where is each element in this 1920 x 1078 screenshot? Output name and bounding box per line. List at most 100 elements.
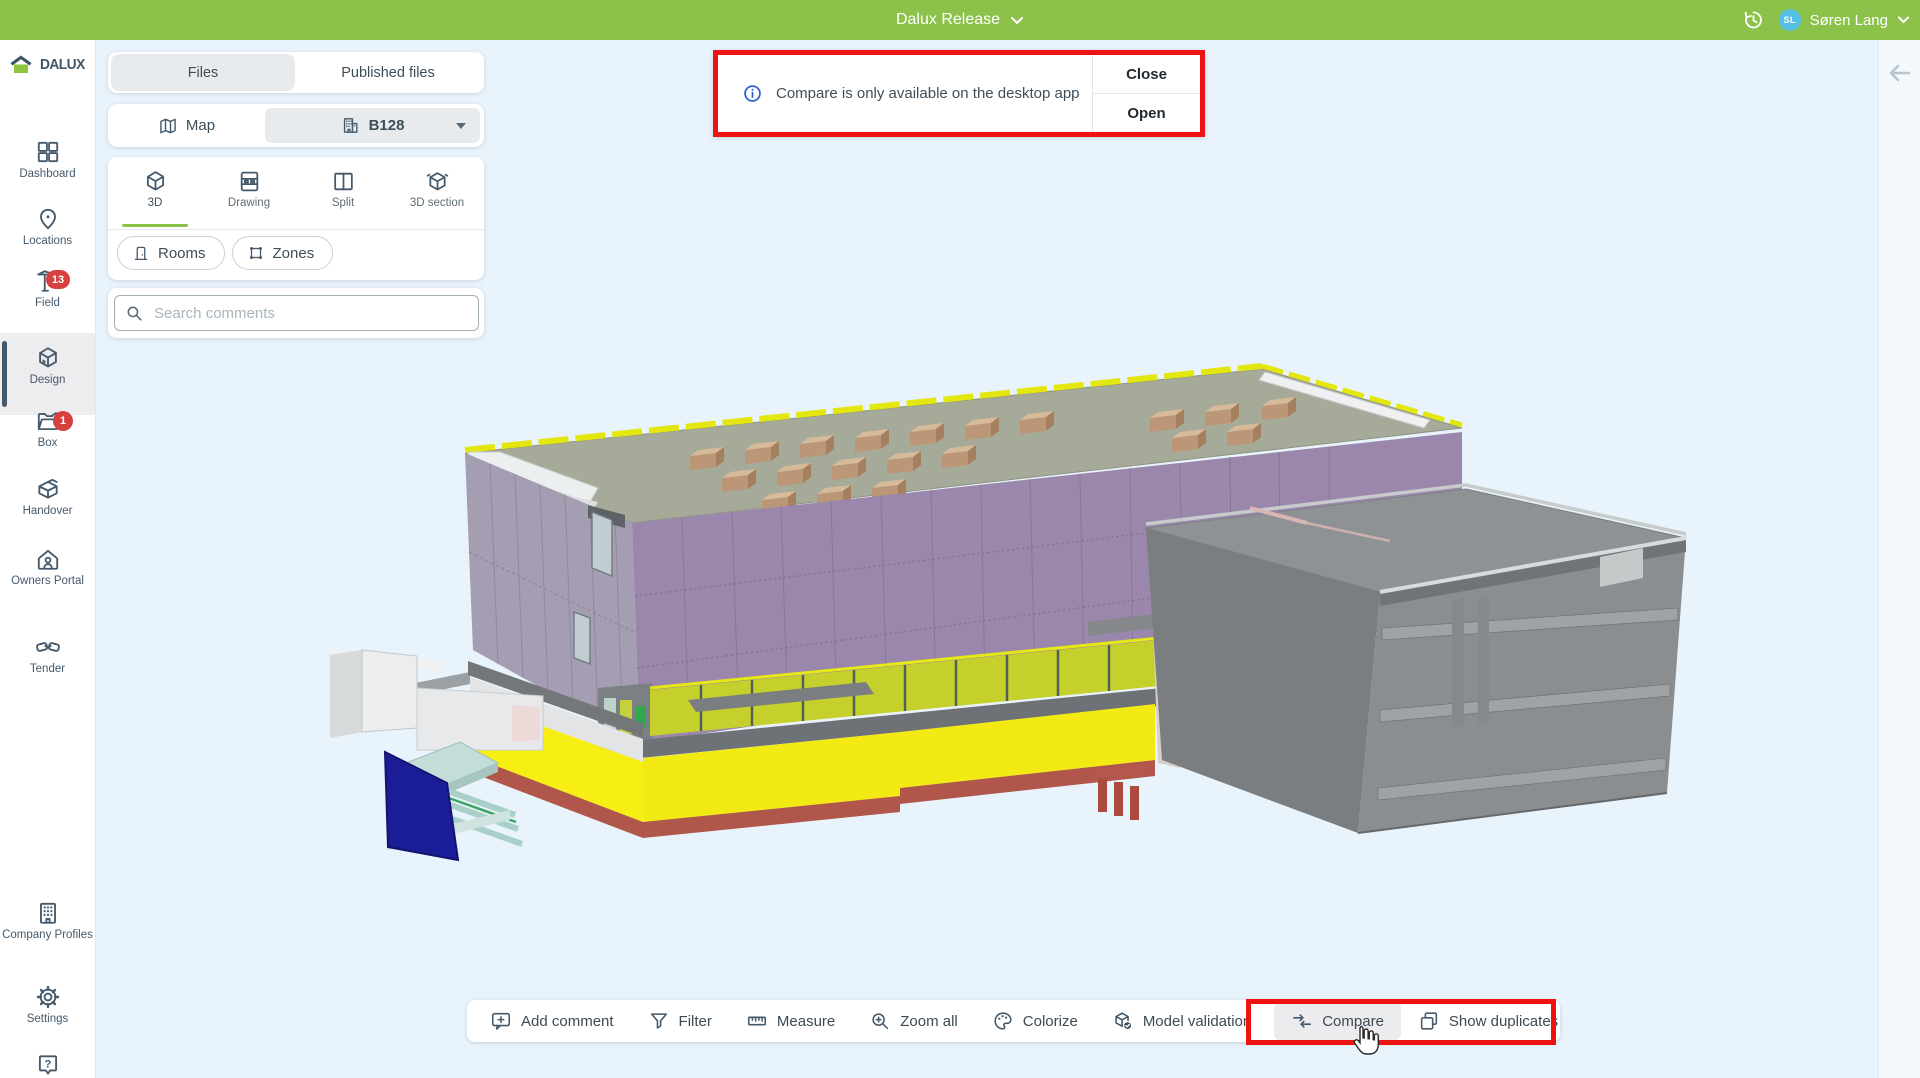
desktop-app-notification: Compare is only available on the desktop…: [713, 50, 1205, 137]
chevron-down-icon: [1897, 16, 1910, 24]
model-podium: [470, 540, 1186, 838]
design-icon: [35, 345, 61, 371]
compare-arrows-icon: [1291, 1010, 1313, 1032]
sidebar-item-box[interactable]: 1 Box: [0, 408, 95, 450]
toolbar-label: Show duplicates: [1449, 1013, 1558, 1030]
dashboard-icon: [35, 139, 61, 165]
colorize-button[interactable]: Colorize: [975, 1002, 1095, 1040]
project-title: Dalux Release: [896, 11, 1000, 29]
close-button[interactable]: Close: [1093, 55, 1200, 94]
sidebar-item-label: Tender: [0, 663, 95, 676]
sidebar: DALUX Dashboard Locations 13 Field: [0, 40, 96, 1078]
zones-button[interactable]: Zones: [232, 236, 334, 270]
sidebar-item-handover[interactable]: Handover: [0, 476, 95, 518]
caret-down-icon: [456, 123, 466, 129]
model-validation-button[interactable]: Model validation: [1095, 1002, 1268, 1040]
search-icon: [125, 304, 144, 323]
map-label: Map: [186, 117, 215, 134]
sidebar-item-label: Design: [0, 374, 95, 387]
colorize-palette-icon: [992, 1010, 1014, 1032]
dalux-logo[interactable]: DALUX: [0, 52, 95, 76]
chevron-down-icon: [1010, 16, 1024, 25]
zoom-all-icon: [869, 1010, 891, 1032]
sidebar-item-dashboard[interactable]: Dashboard: [0, 139, 95, 181]
tab-published-files[interactable]: Published files: [295, 54, 481, 91]
sidebar-item-settings[interactable]: Settings: [0, 984, 95, 1026]
tab-split[interactable]: Split: [296, 157, 390, 229]
rooms-label: Rooms: [158, 245, 206, 262]
model-gray-structure: [1146, 485, 1686, 833]
sidebar-item-owners-portal[interactable]: Owners Portal: [0, 546, 95, 588]
sidebar-item-help[interactable]: ? Help: [0, 1052, 95, 1078]
model-canopies: [331, 606, 1246, 758]
add-comment-icon: [490, 1010, 512, 1032]
toolbar-label: Zoom all: [900, 1013, 958, 1030]
project-selector[interactable]: Dalux Release: [0, 0, 1920, 40]
company-profiles-icon: [35, 900, 61, 926]
tab-files[interactable]: Files: [111, 54, 295, 91]
building-icon: [341, 116, 360, 135]
door-icon: [132, 244, 150, 262]
collapsed-side-panel[interactable]: [1878, 40, 1920, 1078]
open-button[interactable]: Open: [1093, 94, 1200, 132]
info-icon: [742, 83, 763, 104]
history-icon[interactable]: [1741, 8, 1765, 32]
sidebar-item-company-profiles[interactable]: Company Profiles: [0, 900, 95, 942]
model-white-walls: [330, 650, 543, 750]
search-comments-field[interactable]: [114, 295, 479, 331]
user-menu[interactable]: SL Søren Lang: [1779, 9, 1910, 31]
model-rooftop-units: [690, 397, 1296, 514]
show-duplicates-button[interactable]: Show duplicates: [1401, 1002, 1575, 1040]
rooms-button[interactable]: Rooms: [117, 236, 225, 270]
measure-ruler-icon: [746, 1010, 768, 1032]
sidebar-item-tender[interactable]: Tender: [0, 634, 95, 676]
zones-label: Zones: [273, 245, 315, 262]
sidebar-item-label: Field: [0, 297, 95, 310]
compare-button[interactable]: Compare: [1274, 1002, 1401, 1040]
sidebar-item-field[interactable]: 13 Field: [0, 268, 95, 310]
toolbar-label: Colorize: [1023, 1013, 1078, 1030]
view-tab-label: 3D section: [410, 197, 464, 209]
files-tabs-panel: Files Published files: [108, 52, 484, 93]
notification-message: Compare is only available on the desktop…: [776, 85, 1080, 102]
map-icon: [158, 116, 178, 136]
view-tab-label: Drawing: [228, 197, 270, 209]
field-badge: 13: [46, 270, 70, 289]
add-comment-button[interactable]: Add comment: [473, 1002, 631, 1040]
tab-3d[interactable]: 3D: [108, 157, 202, 229]
user-name: Søren Lang: [1810, 12, 1888, 29]
toolbar-label: Add comment: [521, 1013, 614, 1030]
search-input[interactable]: [152, 304, 468, 323]
back-arrow-icon[interactable]: [1889, 64, 1911, 82]
show-duplicates-icon: [1418, 1010, 1440, 1032]
zones-icon: [247, 244, 265, 262]
view-tab-label: 3D: [148, 197, 163, 209]
model-validation-icon: [1112, 1010, 1134, 1032]
handover-icon: [35, 476, 61, 502]
building-selector[interactable]: B128: [265, 108, 480, 143]
box-badge: 1: [53, 411, 73, 431]
help-icon: ?: [35, 1052, 61, 1078]
map-button[interactable]: Map: [108, 104, 265, 147]
measure-button[interactable]: Measure: [729, 1002, 852, 1040]
map-building-panel: Map B128: [108, 104, 484, 147]
logo-text: DALUX: [40, 56, 85, 73]
sidebar-item-label: Handover: [0, 505, 95, 518]
sidebar-item-design[interactable]: Design: [0, 333, 95, 415]
locations-icon: [35, 206, 61, 232]
sidebar-item-label: Settings: [0, 1013, 95, 1026]
zoom-all-button[interactable]: Zoom all: [852, 1002, 975, 1040]
3d-section-icon: [425, 169, 450, 194]
top-bar: Dalux Release SL Søren Lang: [0, 0, 1920, 40]
tab-3d-section[interactable]: 3D section: [390, 157, 484, 229]
tab-drawing[interactable]: Drawing: [202, 157, 296, 229]
sidebar-item-locations[interactable]: Locations: [0, 206, 95, 248]
avatar: SL: [1779, 9, 1801, 31]
filter-button[interactable]: Filter: [631, 1002, 729, 1040]
toolbar-label: Filter: [679, 1013, 712, 1030]
drawing-icon: [237, 169, 262, 194]
sidebar-item-label: Owners Portal: [0, 575, 95, 588]
panel-divider: [108, 229, 484, 230]
dalux-app: Dalux Release SL Søren Lang DALUX: [0, 0, 1920, 1078]
model-main-building: [465, 366, 1462, 753]
